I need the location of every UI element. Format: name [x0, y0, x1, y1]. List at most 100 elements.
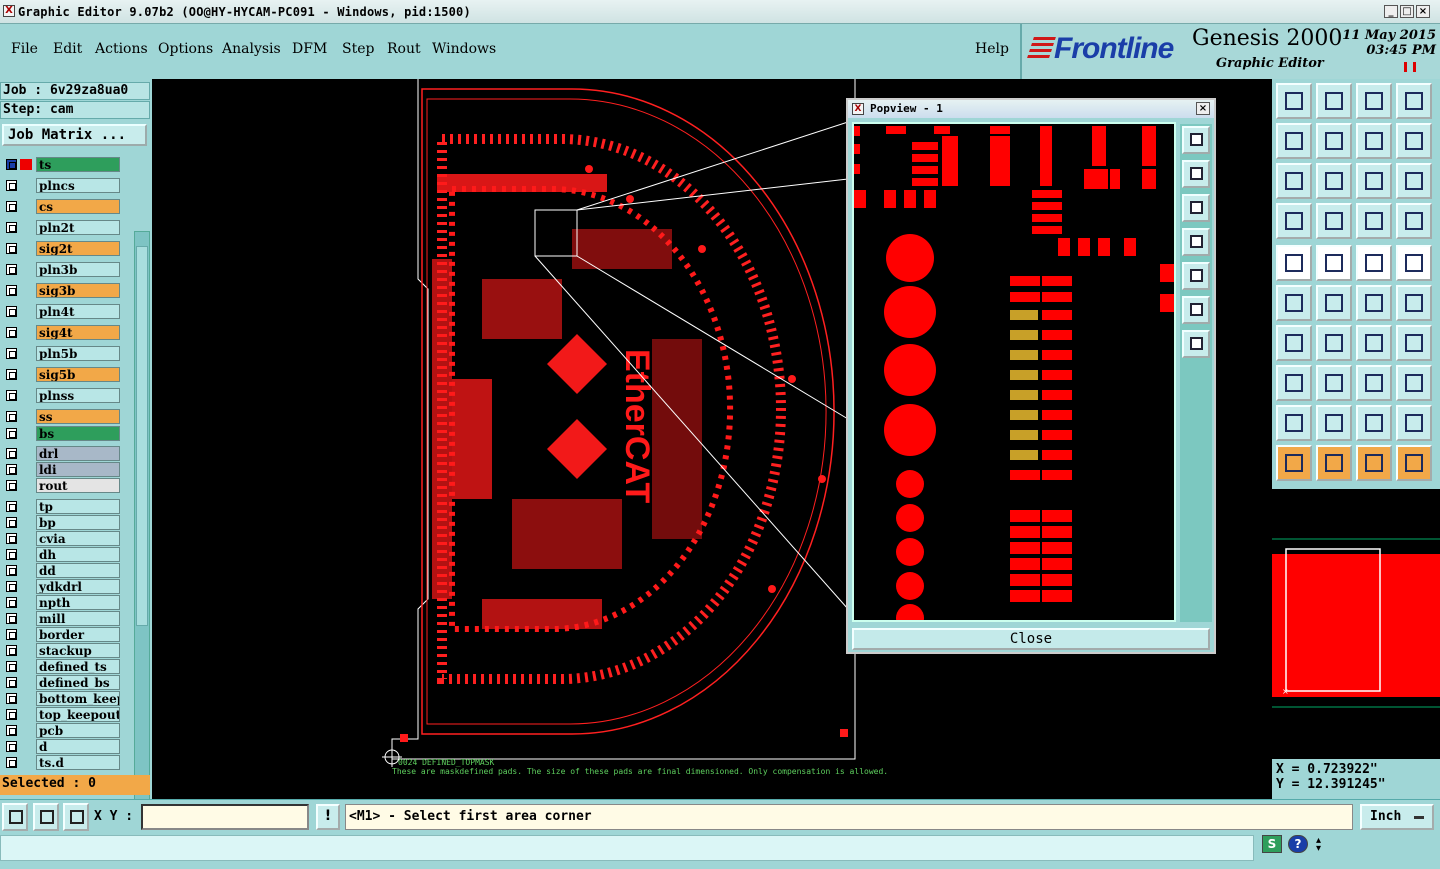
units-dropdown[interactable]: Inch [1360, 804, 1434, 830]
layer-label[interactable]: sig2t [36, 241, 120, 256]
layer-label[interactable]: defined_ts [36, 659, 120, 674]
layer-checkbox[interactable] [6, 222, 17, 233]
layer-list-scrollbar[interactable] [134, 231, 150, 853]
target-button[interactable] [1396, 245, 1432, 281]
fanout-button[interactable] [1396, 325, 1432, 361]
layer-row[interactable]: drl [2, 446, 134, 461]
layer-label[interactable]: ydkdrl [36, 579, 120, 594]
layer-row[interactable]: stackup [2, 643, 134, 658]
popview-pan-right-button[interactable] [1182, 262, 1210, 290]
layer-checkbox[interactable] [6, 757, 17, 768]
minimize-button[interactable]: _ [1384, 5, 1398, 18]
align-button[interactable] [1356, 365, 1392, 401]
menu-actions[interactable]: Actions [95, 41, 148, 57]
layer-checkbox[interactable] [6, 565, 17, 576]
layer-row[interactable]: rout [2, 478, 134, 493]
layer-label[interactable]: sig3b [36, 283, 120, 298]
fit-button[interactable] [1276, 163, 1312, 199]
layer-label[interactable]: ts.d [36, 755, 120, 770]
layer-checkbox[interactable] [6, 285, 17, 296]
layer-checkbox[interactable] [6, 661, 17, 672]
layer-checkbox[interactable] [6, 306, 17, 317]
layer-row[interactable]: pln2t [2, 220, 134, 235]
layer-label[interactable]: defined_bs [36, 675, 120, 690]
layer-label[interactable]: cs [36, 199, 120, 214]
layer-row[interactable]: tp [2, 499, 134, 514]
popview-close-button[interactable]: Close [852, 628, 1210, 650]
popview-pan-up-button[interactable] [1182, 160, 1210, 188]
scrollbar-thumb[interactable] [136, 246, 148, 626]
grid-button[interactable] [1316, 203, 1352, 239]
edit-line-button[interactable] [1316, 325, 1352, 361]
layer-row[interactable]: d [2, 739, 134, 754]
layer-row[interactable]: plncs [2, 178, 134, 193]
layer-checkbox[interactable] [6, 180, 17, 191]
layer-label[interactable]: dh [36, 547, 120, 562]
pan-left-button[interactable] [1276, 123, 1312, 159]
menu-windows[interactable]: Windows [432, 41, 496, 57]
layer-label[interactable]: stackup [36, 643, 120, 658]
triangle-c-button[interactable] [1356, 405, 1392, 441]
zoom-in-button[interactable] [1316, 83, 1352, 119]
layer-label[interactable]: pcb [36, 723, 120, 738]
popview-canvas[interactable] [852, 122, 1176, 622]
layer-checkbox[interactable] [6, 159, 17, 170]
layer-row[interactable]: dh [2, 547, 134, 562]
menu-file[interactable]: File [11, 41, 38, 57]
layer-checkbox[interactable] [6, 480, 17, 491]
layer-row[interactable]: pln3b [2, 262, 134, 277]
app-icon[interactable]: X [3, 5, 15, 17]
layer-checkbox[interactable] [6, 629, 17, 640]
arc-button[interactable] [1356, 325, 1392, 361]
layer-row[interactable]: bottom_keepe [2, 691, 134, 706]
zoom-area-button[interactable] [1396, 83, 1432, 119]
layer-row[interactable]: npth [2, 595, 134, 610]
layer-row[interactable]: ydkdrl [2, 579, 134, 594]
pointer-button[interactable] [1276, 445, 1312, 481]
layer-checkbox[interactable] [6, 741, 17, 752]
cross-button[interactable] [1316, 285, 1352, 321]
layer-row[interactable]: bp [2, 515, 134, 530]
layer-checkbox[interactable] [6, 348, 17, 359]
menu-options[interactable]: Options [158, 41, 213, 57]
redraw-button[interactable] [1396, 123, 1432, 159]
layer-label[interactable]: bs [36, 426, 120, 441]
snap-button[interactable] [2, 803, 28, 831]
spinner-icon[interactable]: ▴ ▾ [1316, 836, 1326, 854]
layer-row[interactable]: dd [2, 563, 134, 578]
layer-label[interactable]: npth [36, 595, 120, 610]
layer-row[interactable]: sig4t [2, 325, 134, 340]
layers-a-button[interactable] [1356, 203, 1392, 239]
alert-icon[interactable]: ! [316, 804, 340, 830]
layer-row[interactable]: ss [2, 409, 134, 424]
layer-label[interactable]: mill [36, 611, 120, 626]
layer-checkbox[interactable] [6, 448, 17, 459]
layer-row[interactable]: defined_bs [2, 675, 134, 690]
move-button[interactable] [1276, 365, 1312, 401]
xy-input[interactable] [141, 804, 309, 830]
menu-step[interactable]: Step [342, 41, 374, 57]
settings-button[interactable] [1276, 203, 1312, 239]
layer-label[interactable]: dd [36, 563, 120, 578]
menu-dfm[interactable]: DFM [292, 41, 327, 57]
menu-help[interactable]: Help [975, 41, 1009, 57]
select-circle-button[interactable] [1276, 245, 1312, 281]
cut-button[interactable] [1316, 365, 1352, 401]
layer-checkbox[interactable] [6, 201, 17, 212]
zoom-window-button[interactable] [1356, 83, 1392, 119]
layers-b-button[interactable] [1396, 203, 1432, 239]
layer-row[interactable]: pln5b [2, 346, 134, 361]
layer-label[interactable]: pln3b [36, 262, 120, 277]
layer-checkbox[interactable] [6, 411, 17, 422]
layer-label[interactable]: border [36, 627, 120, 642]
layer-checkbox[interactable] [6, 243, 17, 254]
layer-checkbox[interactable] [6, 390, 17, 401]
layer-label[interactable]: top_keepout [36, 707, 120, 722]
layer-checkbox[interactable] [6, 327, 17, 338]
layer-label[interactable]: sig5b [36, 367, 120, 382]
layer-row[interactable]: ts.d [2, 755, 134, 770]
center-button[interactable] [1316, 163, 1352, 199]
layer-row[interactable]: pcb [2, 723, 134, 738]
angle-button[interactable] [1276, 325, 1312, 361]
layer-checkbox[interactable] [6, 709, 17, 720]
